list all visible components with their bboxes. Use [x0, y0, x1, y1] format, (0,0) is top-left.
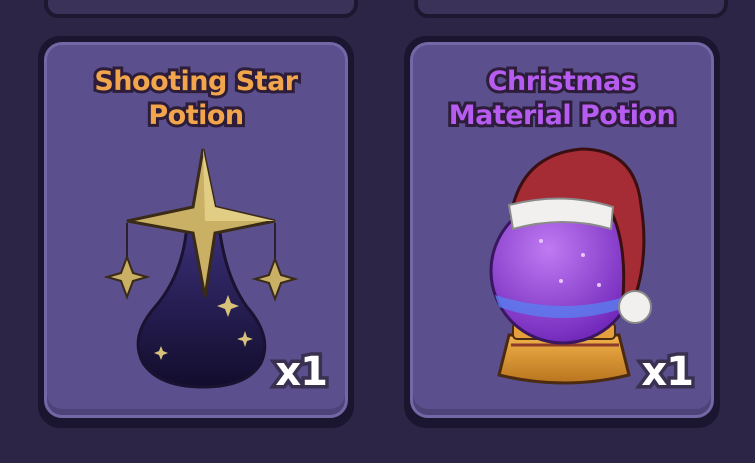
item-quantity: x1: [638, 346, 698, 399]
item-quantity: x1: [272, 346, 332, 399]
item-card-christmas-material-potion[interactable]: Christmas Material Potion x1: [404, 36, 720, 428]
item-card-panel: Shooting Star Potion x1: [44, 42, 348, 418]
item-card-panel: Christmas Material Potion x1: [410, 42, 714, 418]
top-slot-right: [414, 0, 728, 18]
top-slot-left: [44, 0, 358, 18]
item-card-shooting-star-potion[interactable]: Shooting Star Potion x1: [38, 36, 354, 428]
